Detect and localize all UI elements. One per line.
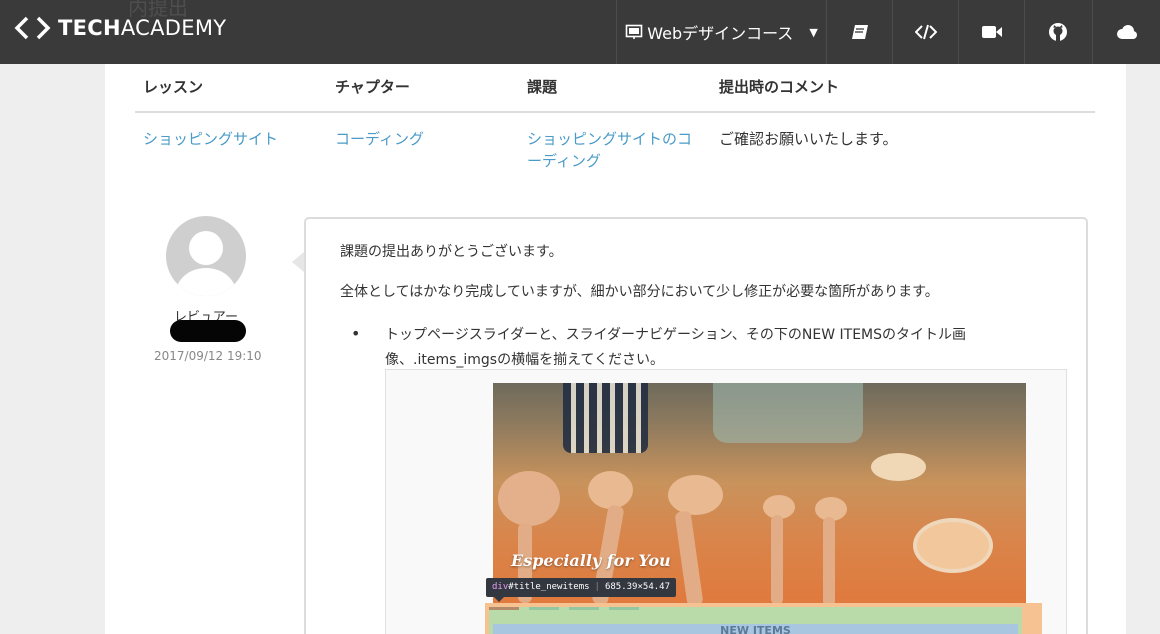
- tooltip-tag: div: [492, 582, 509, 592]
- bullet-dot: •: [351, 324, 361, 343]
- reviewer-avatar: [166, 216, 246, 296]
- column-header-chapter: チャプター: [335, 78, 410, 96]
- slider-photo: Especially for You: [493, 383, 1026, 605]
- lesson-link[interactable]: ショッピングサイト: [143, 128, 278, 150]
- github-icon: [1048, 23, 1067, 41]
- top-nav: 内提出 TECH ACADEMY Webデザインコース ▼: [0, 0, 1160, 64]
- techacademy-logo[interactable]: TECH ACADEMY: [14, 14, 226, 42]
- submission-comment: ご確認お願いいたします。: [719, 130, 898, 148]
- column-header-task: 課題: [527, 78, 558, 96]
- video-icon: [981, 26, 1002, 38]
- code-button[interactable]: [892, 0, 958, 64]
- column-header-lesson: レッスン: [143, 78, 204, 96]
- chevron-down-icon: ▼: [809, 25, 818, 39]
- comment-pointer: [292, 252, 304, 272]
- slider-caption: Especially for You: [511, 551, 671, 570]
- tooltip-id: #title_newitems: [508, 582, 590, 592]
- book-icon: [851, 25, 868, 39]
- course-label: Webデザインコース: [647, 24, 794, 43]
- screen-icon: [625, 24, 643, 39]
- chapter-link[interactable]: コーディング: [335, 128, 424, 150]
- task-link-line2: ーディング: [527, 152, 601, 170]
- tooltip-size: 685.39×54.47: [604, 582, 670, 592]
- element-highlight: NEW ITEMS: [485, 603, 1042, 634]
- devtools-tooltip: div#title_newitems | 685.39×54.47: [486, 578, 676, 597]
- task-link[interactable]: ショッピングサイトのコ ーディング: [527, 128, 707, 172]
- column-header-comment: 提出時のコメント: [719, 78, 840, 96]
- review-date: 2017/09/12 19:10: [154, 349, 262, 363]
- cloud-button[interactable]: [1092, 0, 1158, 64]
- review-paragraph-1: 課題の提出ありがとうございます。: [340, 244, 563, 260]
- embedded-screenshot: Especially for You div#title_newitems | 68…: [385, 369, 1067, 634]
- redacted-name: [170, 320, 246, 342]
- bullet-line-1: トップページスライダーと、スライダーナビゲーション、その下のNEW ITEMSの…: [385, 327, 967, 343]
- table-divider: [135, 111, 1095, 113]
- github-button[interactable]: [1024, 0, 1090, 64]
- book-button[interactable]: [826, 0, 892, 64]
- code-icon: [914, 24, 937, 40]
- new-items-title: NEW ITEMS: [720, 624, 791, 634]
- review-paragraph-2: 全体としてはかなり完成していますが、細かい部分において少し修正が必要な箇所があり…: [340, 284, 939, 300]
- logo-academy-text: ACADEMY: [120, 16, 227, 40]
- video-button[interactable]: [958, 0, 1024, 64]
- tooltip-arrow: [494, 597, 504, 602]
- review-bullet-item: トップページスライダーと、スライダーナビゲーション、その下のNEW ITEMSの…: [385, 323, 1025, 373]
- logo-brackets-icon: [14, 16, 51, 40]
- cloud-icon: [1116, 25, 1137, 39]
- task-link-line1: ショッピングサイトのコ: [527, 130, 693, 148]
- course-dropdown[interactable]: Webデザインコース ▼: [616, 0, 826, 64]
- logo-tech-text: TECH: [58, 16, 121, 40]
